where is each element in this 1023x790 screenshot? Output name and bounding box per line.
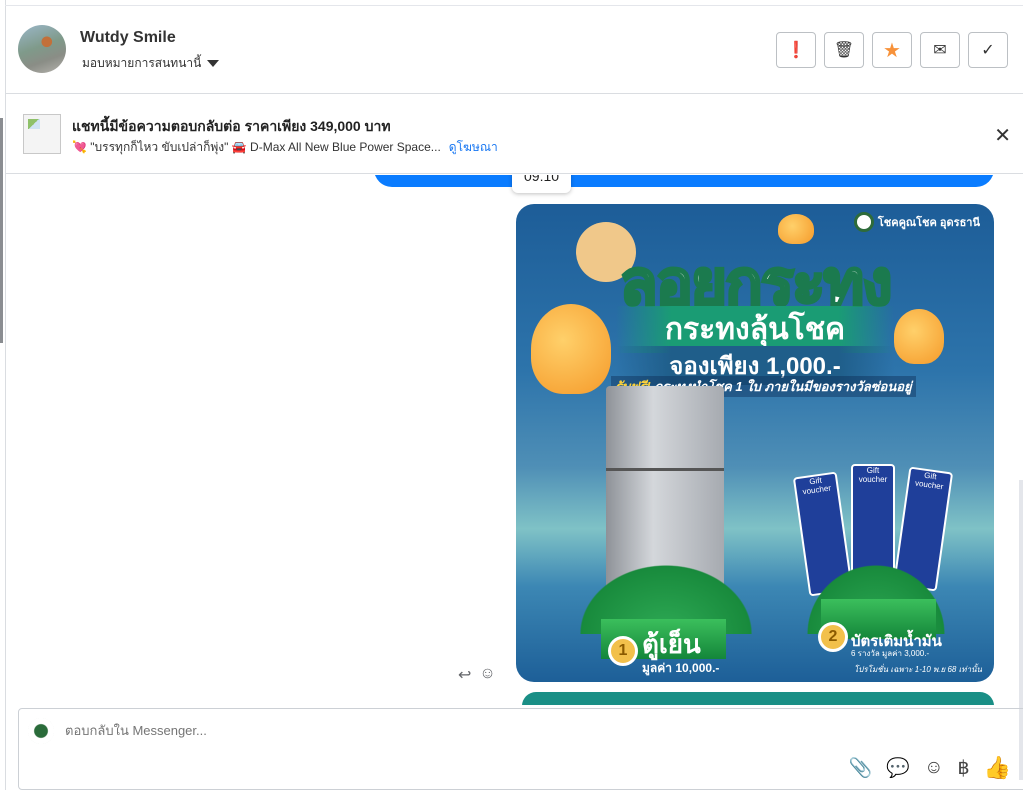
conversation-header: Wutdy Smile มอบหมายการสนทนานี้ ❗ 🗑 ★ ✉ ✓ xyxy=(6,6,1023,94)
like-icon[interactable]: 👍 xyxy=(984,755,1011,781)
mark-unread-button[interactable]: ✉ xyxy=(920,32,960,68)
timestamp-tooltip: 09:10 xyxy=(512,175,572,193)
reply-icon[interactable]: ↩ xyxy=(458,665,471,685)
page-avatar xyxy=(28,718,54,744)
mark-done-button[interactable]: ✓ xyxy=(968,32,1008,68)
prize-2-value: 6 รางวัล มูลค่า 3,000.- xyxy=(851,649,930,658)
ad-subtitle-text: 💘 "บรรทุกก็ไหว ขับเปล่าก็พุ่ง" 🚘 D-Max A… xyxy=(72,140,441,154)
contact-name[interactable]: Wutdy Smile xyxy=(80,29,176,47)
payment-baht-icon[interactable]: ฿ xyxy=(958,757,970,780)
star-button[interactable]: ★ xyxy=(872,32,912,68)
attachment-icon[interactable]: 📎 xyxy=(849,756,873,780)
left-scrollbar[interactable] xyxy=(0,118,3,343)
outgoing-message-bubble xyxy=(374,175,994,187)
close-icon[interactable]: ✕ xyxy=(994,123,1011,148)
react-smiley-icon[interactable]: ☺ xyxy=(479,665,495,685)
star-icon: ★ xyxy=(883,39,901,62)
view-ad-link[interactable]: ดูโฆษณา xyxy=(449,140,498,154)
delete-button[interactable]: 🗑 xyxy=(824,32,864,68)
image-attachment[interactable]: โชคคูณโชค อุดรธานี ลอยกระทง กระทงลุ้นโชค… xyxy=(516,204,994,682)
trash-icon: 🗑 xyxy=(833,42,855,59)
message-thread: 09:10 โชคคูณโชค อุดรธานี ลอยกระทง กระทงล… xyxy=(6,175,1023,705)
reply-input[interactable] xyxy=(65,723,565,738)
promo-note: โปรโมชั่น เฉพาะ 1-10 พ.ย 68 เท่านั้น xyxy=(853,665,982,674)
saved-reply-icon[interactable]: 💬 xyxy=(886,756,910,780)
check-icon: ✓ xyxy=(981,42,995,59)
exclamation-icon: ❗ xyxy=(786,42,806,59)
medal-1: 1 xyxy=(608,636,638,666)
envelope-icon: ✉ xyxy=(933,42,947,59)
message-composer: 📎 💬 ☺ ฿ 👍 xyxy=(18,708,1023,790)
poster-brand-logo: โชคคูณโชค อุดรธานี xyxy=(853,212,980,232)
header-actions: ❗ 🗑 ★ ✉ ✓ xyxy=(776,32,1008,68)
composer-tools: 📎 💬 ☺ ฿ 👍 xyxy=(849,755,1011,781)
contact-avatar[interactable] xyxy=(18,25,66,73)
next-image-attachment[interactable] xyxy=(522,692,994,705)
assign-conversation-dropdown[interactable]: มอบหมายการสนทนานี้ xyxy=(82,54,220,73)
prize-1-value: มูลค่า 10,000.- xyxy=(642,661,720,675)
ad-thumbnail xyxy=(23,114,61,154)
ad-title: แชทนี้มีข้อความตอบกลับต่อ ราคาเพียง 349,… xyxy=(72,118,391,134)
message-actions: ↩ ☺ xyxy=(458,665,496,685)
medal-2: 2 xyxy=(818,622,848,652)
ad-subtitle: 💘 "บรรทุกก็ไหว ขับเปล่าก็พุ่ง" 🚘 D-Max A… xyxy=(72,138,498,157)
ad-context-banner: แชทนี้มีข้อความตอบกลับต่อ ราคาเพียง 349,… xyxy=(6,95,1023,174)
emoji-icon[interactable]: ☺ xyxy=(924,757,943,779)
assign-label: มอบหมายการสนทนานี้ xyxy=(82,56,202,70)
caret-down-icon xyxy=(207,60,220,67)
spam-button[interactable]: ❗ xyxy=(776,32,816,68)
